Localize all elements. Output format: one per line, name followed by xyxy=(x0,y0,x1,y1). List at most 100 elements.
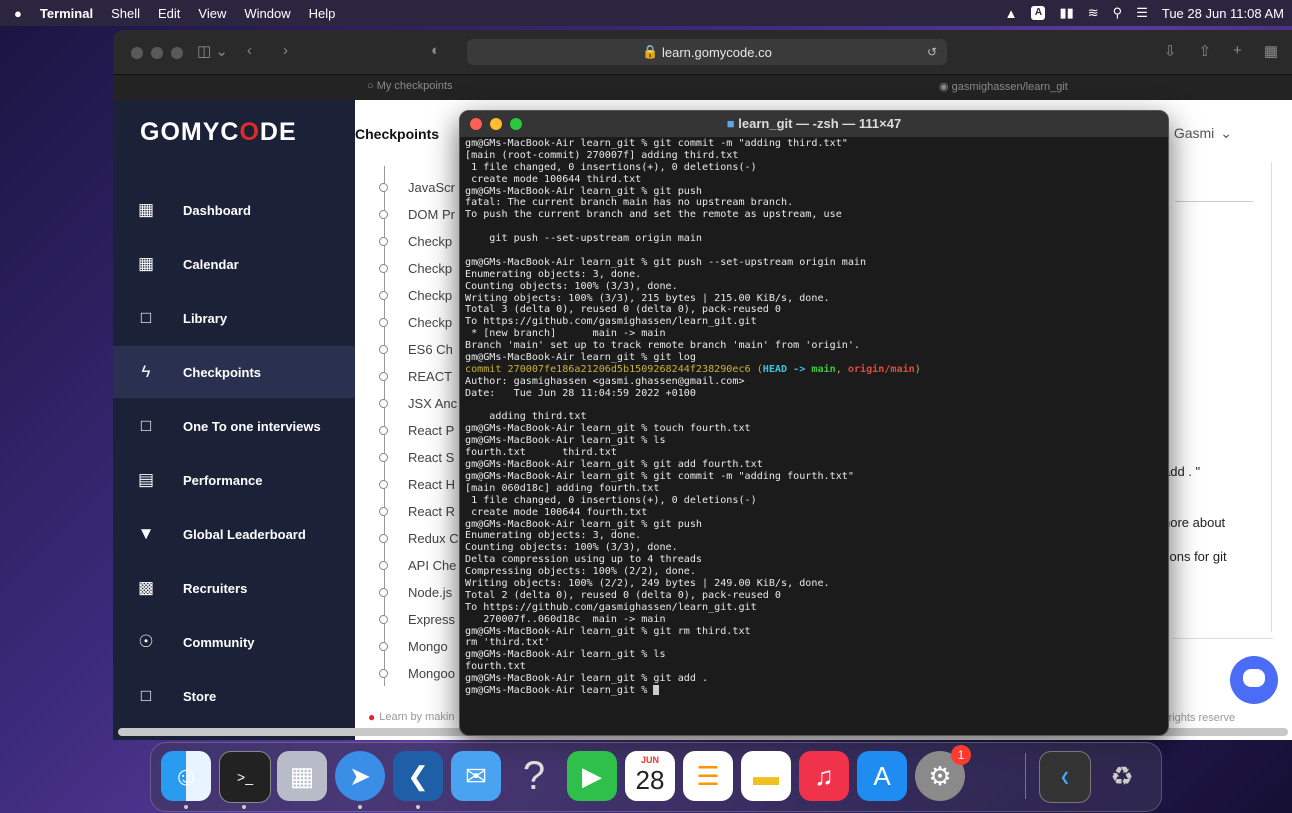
checkpoint-item[interactable]: ES6 Ch xyxy=(379,338,453,360)
terminal-titlebar[interactable]: ■ learn_git — -zsh — 111×47 xyxy=(460,111,1168,137)
sidebar-item-dashboard[interactable]: ▦ Dashboard xyxy=(113,184,355,236)
sidebar-item-store[interactable]: □ Store xyxy=(113,670,355,722)
checkpoint-item[interactable]: Checkp xyxy=(379,230,452,252)
timeline-dot xyxy=(379,560,388,570)
checkpoint-item[interactable]: Express xyxy=(379,608,455,630)
checkpoint-item[interactable]: Mongo xyxy=(379,635,448,657)
checkpoint-item[interactable]: REACT xyxy=(379,365,452,387)
terminal-icon[interactable]: >_ xyxy=(219,751,271,803)
close-button[interactable] xyxy=(131,47,143,59)
sidebar-item-leaderboard[interactable]: ▼ Global Leaderboard xyxy=(113,508,355,560)
menu-shell[interactable]: Shell xyxy=(111,6,140,21)
sidebar-item-calendar[interactable]: ▦ Calendar xyxy=(113,238,355,290)
checkpoint-item[interactable]: Checkp xyxy=(379,257,452,279)
tab-github[interactable]: ◉ gasmighassen/learn_git xyxy=(939,80,1068,93)
launchpad-icon[interactable]: ▦ xyxy=(277,751,327,801)
control-center-icon[interactable]: ☰ xyxy=(1136,5,1148,21)
battery-icon[interactable]: ▮▮ xyxy=(1059,5,1073,21)
close-button[interactable] xyxy=(470,118,482,130)
checkpoint-item[interactable]: React S xyxy=(379,446,454,468)
calendar-day: 28 xyxy=(635,765,665,795)
mail-icon[interactable]: ✉ xyxy=(451,751,501,801)
checkpoint-item[interactable]: Redux C xyxy=(379,527,459,549)
checkpoint-item[interactable]: React P xyxy=(379,419,454,441)
footer-rights: l rights reserve xyxy=(1163,712,1236,724)
sidebar-item-community[interactable]: ☉ Community xyxy=(113,616,355,668)
checkpoint-item[interactable]: DOM Pr xyxy=(379,203,455,225)
window-controls xyxy=(131,47,183,59)
apple-icon[interactable]: ● xyxy=(14,6,22,21)
running-indicator xyxy=(416,805,420,809)
calendar-app-icon[interactable]: JUN 28 xyxy=(625,751,675,801)
menubar-clock[interactable]: Tue 28 Jun 11:08 AM xyxy=(1162,6,1284,21)
share-icon[interactable]: ⇧ xyxy=(1198,42,1211,60)
sidebar-item-label: Global Leaderboard xyxy=(183,526,306,542)
checkpoint-item[interactable]: Node.js xyxy=(379,581,452,603)
minimize-button[interactable] xyxy=(151,47,163,59)
checkpoint-item[interactable]: Checkp xyxy=(379,311,452,333)
checkpoint-item[interactable]: Checkp xyxy=(379,284,452,306)
trash-icon[interactable]: ♻ xyxy=(1097,751,1147,801)
new-tab-icon[interactable]: + xyxy=(1233,42,1242,60)
terminal-text: fourth.txt xyxy=(465,661,526,673)
sidebar-item-label: Performance xyxy=(183,472,263,488)
reminders-icon[interactable]: ☰ xyxy=(683,751,733,801)
sidebar-item-library[interactable]: □ Library xyxy=(113,292,355,344)
privacy-shield-icon[interactable]: ◐ xyxy=(431,42,440,59)
terminal-text: gm@GMs-MacBook-Air learn_git % git log xyxy=(465,352,696,364)
finder-icon[interactable]: ☺ xyxy=(161,751,211,801)
terminal-window[interactable]: ■ learn_git — -zsh — 111×47 gm@GMs-MacBo… xyxy=(459,110,1169,736)
sidebar-item-checkpoints[interactable]: ϟ Checkpoints xyxy=(113,346,355,398)
sidebar-item-recruiters[interactable]: ▩ Recruiters xyxy=(113,562,355,614)
menu-window[interactable]: Window xyxy=(244,6,290,21)
notes-icon[interactable]: ▬ xyxy=(741,751,791,801)
sidebar-item-performance[interactable]: ▤ Performance xyxy=(113,454,355,506)
help-icon[interactable]: ? xyxy=(509,751,559,801)
zoom-button[interactable] xyxy=(171,47,183,59)
tab-checkpoints[interactable]: ○ My checkpoints xyxy=(367,80,453,92)
safari-icon[interactable]: ➤ xyxy=(335,751,385,801)
sidebar-item-label: Library xyxy=(183,310,228,326)
menu-help[interactable]: Help xyxy=(309,6,336,21)
music-icon[interactable]: ♫ xyxy=(799,751,849,801)
minimize-button[interactable] xyxy=(490,118,502,130)
terminal-text: Compressing objects: 100% (2/2), done. xyxy=(465,566,696,578)
tab-overview-icon[interactable]: ▦ xyxy=(1264,42,1278,60)
checkpoint-item[interactable]: Mongoo xyxy=(379,662,455,684)
back-icon[interactable]: ‹ xyxy=(247,42,252,59)
spotlight-icon[interactable]: ⚲ xyxy=(1113,5,1123,21)
zoom-button[interactable] xyxy=(510,118,522,130)
minimized-terminal-icon[interactable]: ❮ xyxy=(1039,751,1091,803)
checkpoint-item[interactable]: JavaScr xyxy=(379,176,455,198)
input-source-icon[interactable]: A xyxy=(1031,6,1046,20)
gomycode-logo[interactable]: GOMYCODE xyxy=(140,118,297,147)
settings-icon[interactable]: ⚙ 1 xyxy=(915,745,971,801)
wifi-icon[interactable]: ≋ xyxy=(1088,5,1099,21)
appstore-icon[interactable]: A xyxy=(857,751,907,801)
checkpoint-item[interactable]: React R xyxy=(379,500,455,522)
terminal-text: gm@GMs-MacBook-Air learn_git % touch fou… xyxy=(465,423,751,435)
terminal-output[interactable]: gm@GMs-MacBook-Air learn_git % git commi… xyxy=(465,138,1165,697)
sidebar-item-interviews[interactable]: □ One To one interviews xyxy=(113,400,355,452)
vscode-icon[interactable]: ❮ xyxy=(393,751,443,801)
downloads-icon[interactable]: ⇩ xyxy=(1164,42,1177,60)
sidebar-toggle-icon[interactable]: ◫ ⌄ xyxy=(197,42,228,60)
terminal-line: 270007f..060d18c main -> main xyxy=(465,614,1165,626)
menubar-app-name[interactable]: Terminal xyxy=(40,6,93,21)
footer: ● Learn by makin xyxy=(368,710,454,724)
menu-edit[interactable]: Edit xyxy=(158,6,180,21)
translate-reload-icon[interactable]: ↺ xyxy=(927,45,937,59)
terminal-line: gm@GMs-MacBook-Air learn_git % git rm th… xyxy=(465,626,1165,638)
address-bar[interactable]: 🔒 learn.gomycode.co ↺ xyxy=(467,39,947,65)
terminal-line: gm@GMs-MacBook-Air learn_git % git add f… xyxy=(465,459,1165,471)
checkpoint-item[interactable]: API Che xyxy=(379,554,456,576)
facetime-icon[interactable]: ▶ xyxy=(567,751,617,801)
forward-icon[interactable]: › xyxy=(283,42,288,59)
checkpoint-label: Checkp xyxy=(408,287,453,303)
checkpoint-item[interactable]: React H xyxy=(379,473,455,495)
malwarebytes-icon[interactable]: ▲ xyxy=(1005,6,1018,21)
checkpoint-item[interactable]: JSX Anc xyxy=(379,392,457,414)
menu-view[interactable]: View xyxy=(198,6,226,21)
chat-support-button[interactable] xyxy=(1230,656,1278,704)
